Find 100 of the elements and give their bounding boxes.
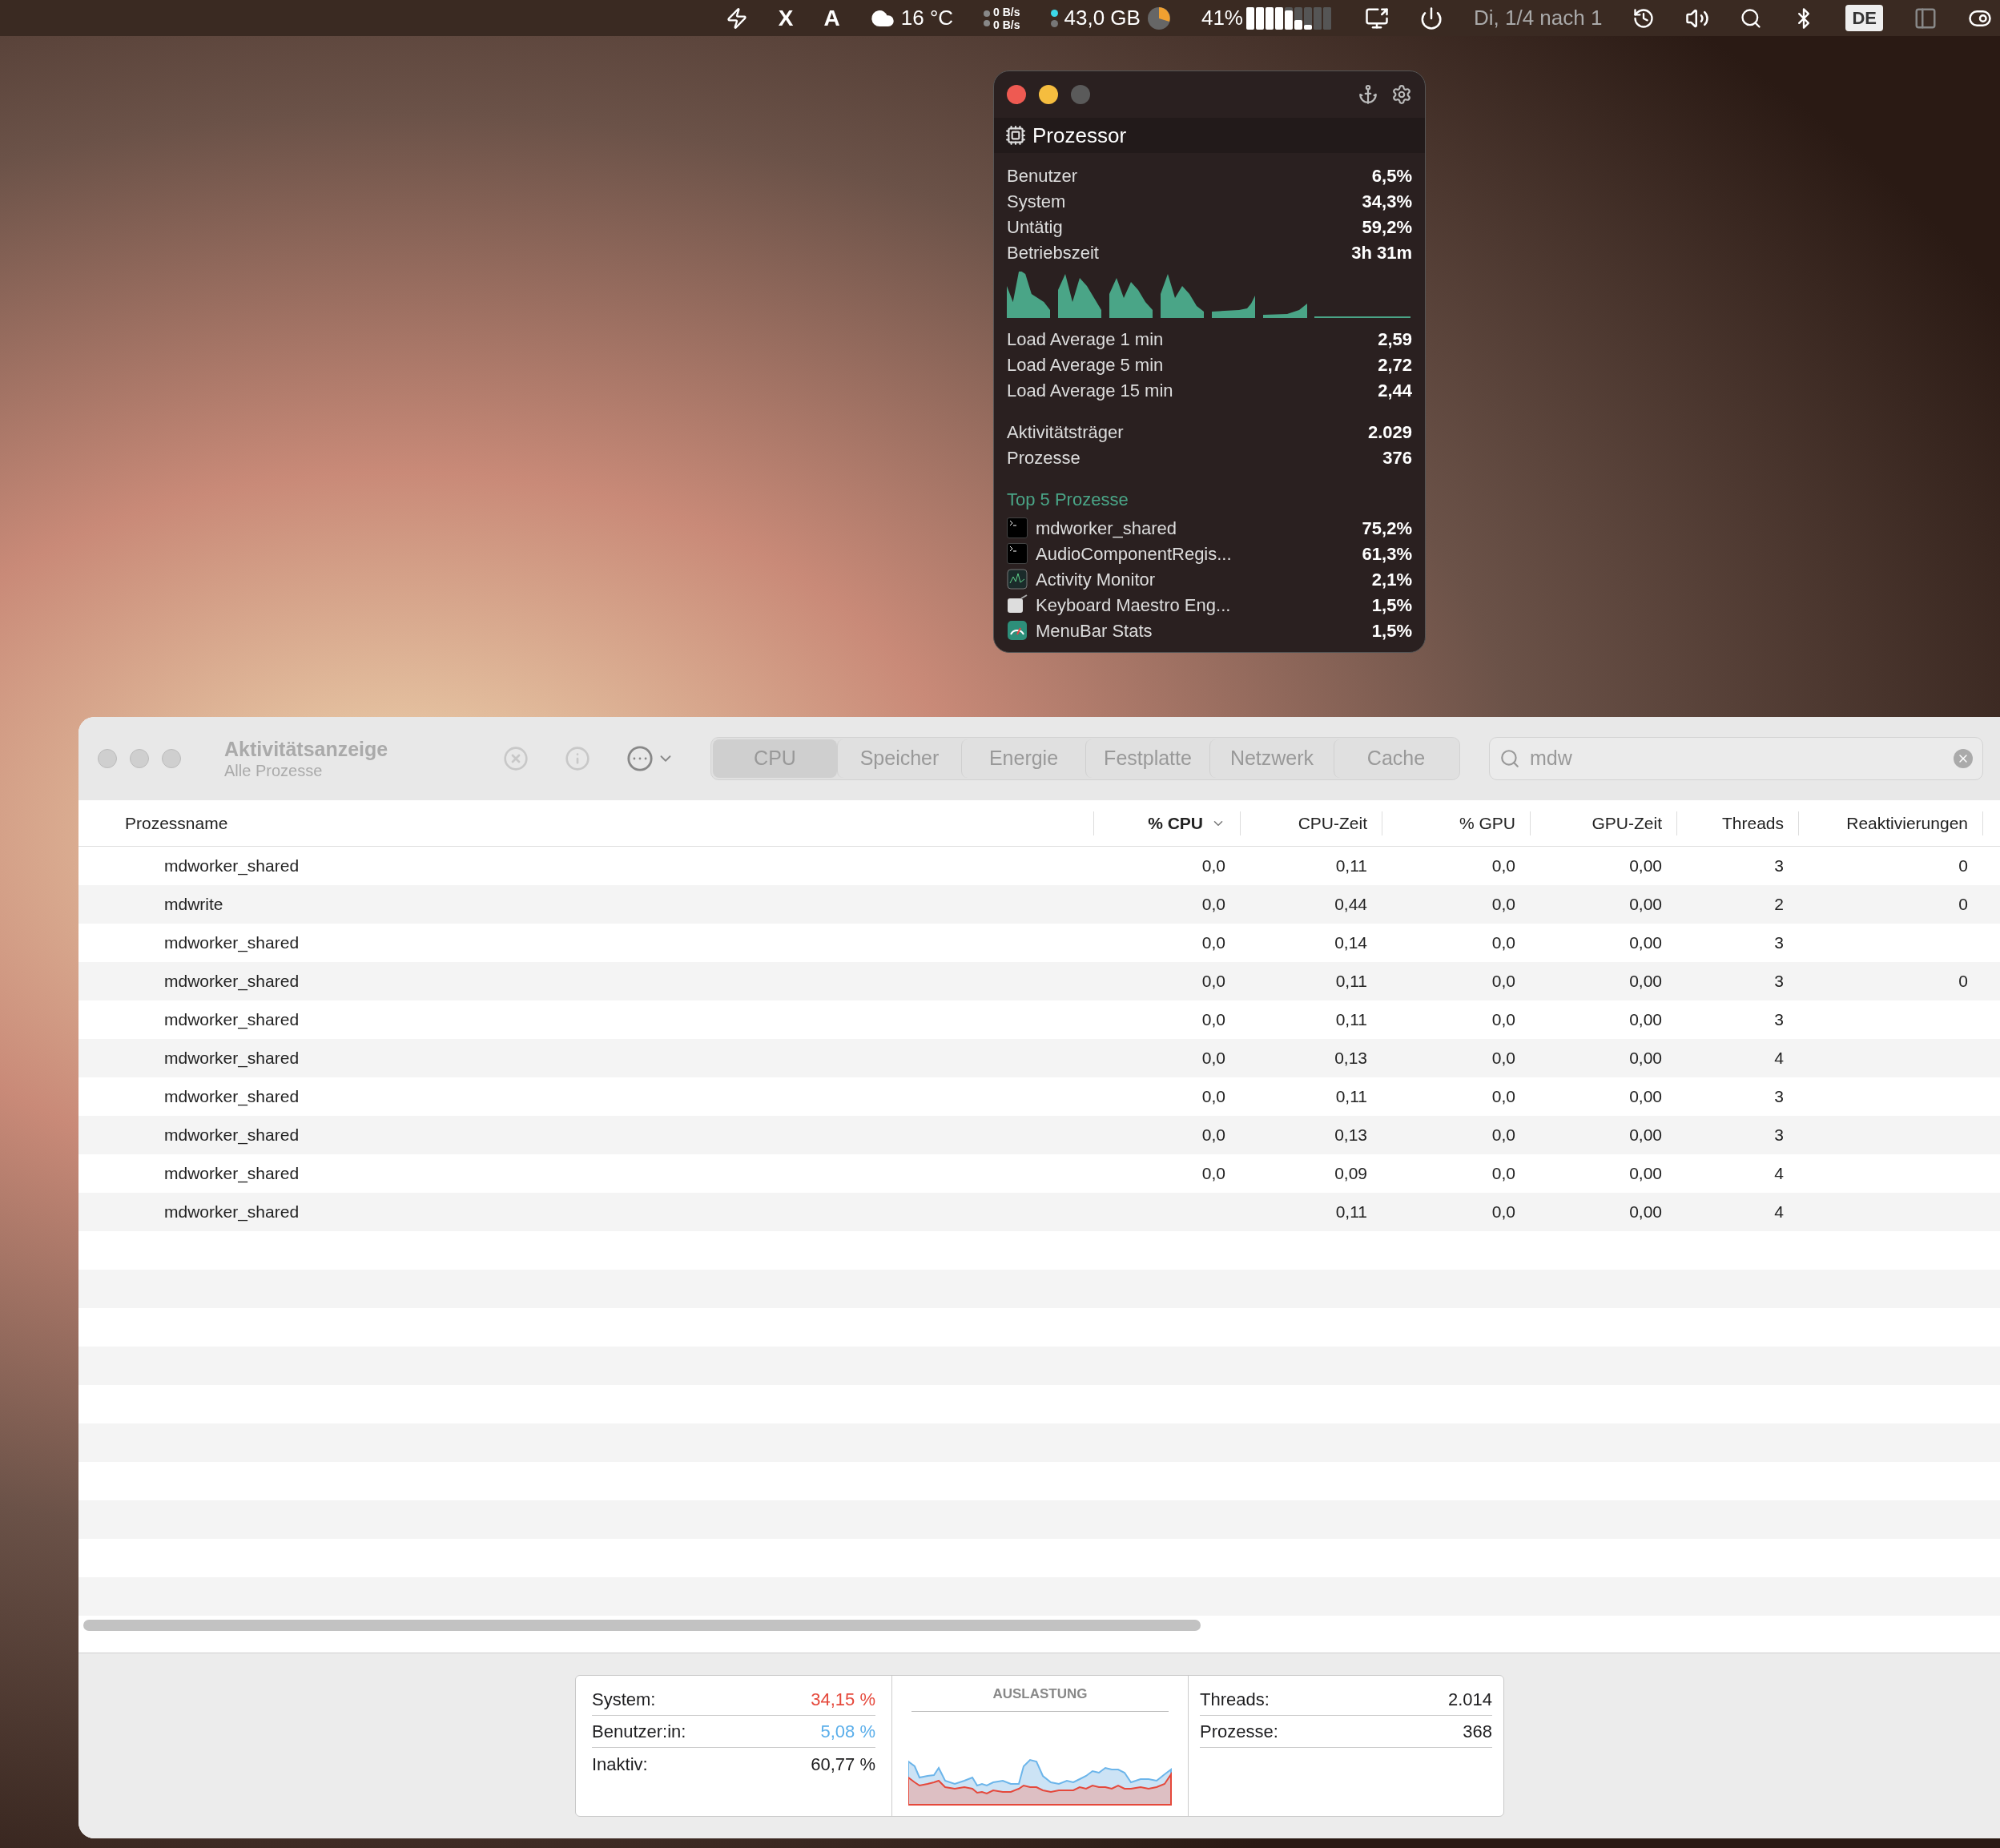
search-icon — [1499, 748, 1520, 769]
lightning-icon[interactable] — [725, 6, 748, 30]
table-cell: 0 — [1958, 895, 1968, 914]
stat-label: Untätig — [1007, 215, 1063, 239]
power-icon[interactable] — [1419, 6, 1443, 30]
table-cell: 0,0 — [1201, 1087, 1225, 1106]
section-heading: Top 5 Prozesse — [1007, 489, 1129, 511]
screen-icon[interactable] — [1365, 6, 1389, 30]
stat-label: Inaktiv: — [592, 1753, 648, 1776]
table-cell: mdworker_shared — [164, 972, 300, 991]
process-cpu-value: 61,3% — [1362, 542, 1412, 566]
table-cell: mdworker_shared — [164, 1087, 300, 1106]
table-cell: 0,14 — [1334, 933, 1367, 952]
stat-label: Load Average 15 min — [1007, 379, 1173, 402]
clock-history-icon[interactable] — [1632, 6, 1656, 30]
table-cell: 0,00 — [1629, 895, 1662, 914]
download-speed-text[interactable]: 0 B/s — [993, 18, 1020, 31]
table-cell: 0,0 — [1491, 933, 1515, 952]
table-cell: 0,0 — [1201, 1010, 1225, 1029]
table-cell: 0,00 — [1629, 1010, 1662, 1029]
menu-bar-item[interactable]: A — [823, 1, 840, 35]
table-cell: 0,11 — [1335, 856, 1367, 876]
stat-label: Prozesse: — [1200, 1721, 1278, 1743]
table-cell: 0,0 — [1201, 972, 1225, 991]
terminal-icon — [1007, 517, 1028, 538]
process-cpu-value: 1,5% — [1371, 594, 1412, 617]
stat-label: Betriebszeit — [1007, 241, 1099, 264]
scrollbar-thumb[interactable] — [83, 1620, 1201, 1631]
stat-value: 2,44 — [1378, 379, 1412, 402]
input-source-badge[interactable]: DE — [1845, 5, 1883, 31]
memory-text[interactable]: 43,0 GB — [1064, 2, 1141, 34]
stat-label: System: — [592, 1689, 656, 1711]
stat-value: 2,59 — [1378, 328, 1412, 351]
table-cell: 0 — [1958, 972, 1968, 991]
table-cell: 0,11 — [1335, 1087, 1367, 1106]
table-cell: 0,00 — [1629, 1049, 1662, 1068]
table-cell: 0,0 — [1201, 1125, 1225, 1145]
date-time-text[interactable]: Di, 1/4 nach 1 — [1474, 2, 1603, 34]
column-header[interactable]: Reaktivierungen — [1846, 810, 1968, 836]
gauge-app-icon — [1007, 620, 1028, 641]
settings-icon[interactable] — [1391, 84, 1412, 105]
stat-value: 2.014 — [1447, 1689, 1492, 1711]
column-header[interactable]: CPU-Zeit — [1298, 810, 1367, 836]
table-cell: 0 — [1958, 856, 1968, 876]
minimize-button[interactable] — [1039, 85, 1058, 104]
process-cpu-value: 1,5% — [1371, 619, 1412, 642]
window-subtitle: Alle Prozesse — [224, 761, 324, 780]
process-cpu-value: 75,2% — [1362, 517, 1412, 540]
table-cell: mdworker_shared — [164, 1164, 300, 1183]
stat-label: Threads: — [1200, 1689, 1270, 1711]
pie-chart-icon — [1146, 6, 1171, 30]
table-cell: 0,0 — [1491, 1087, 1515, 1106]
sparkline-area — [1161, 274, 1204, 318]
table-cell: 0,00 — [1629, 1087, 1662, 1106]
process-name: AudioComponentRegis... — [1036, 542, 1233, 566]
menu-bar-item[interactable]: X — [778, 1, 794, 35]
column-header[interactable]: % CPU — [1148, 810, 1203, 836]
table-cell: 3 — [1774, 1010, 1784, 1029]
sparkline-area — [1263, 304, 1307, 318]
table-cell: 2 — [1774, 895, 1784, 914]
temperature-text[interactable]: 16 °C — [900, 2, 954, 34]
table-cell: 0,0 — [1491, 1049, 1515, 1068]
sparkline-area — [1109, 278, 1153, 318]
table-cell: 0,0 — [1491, 895, 1515, 914]
upload-speed-text[interactable]: 0 B/s — [993, 5, 1020, 18]
terminal-icon — [1007, 543, 1028, 564]
stat-value: 60,77 % — [811, 1753, 875, 1776]
cpu-text[interactable]: 41% — [1201, 2, 1243, 34]
window-title: Aktivitätsanzeige — [224, 737, 389, 761]
search-icon[interactable] — [1740, 6, 1763, 30]
anchor-icon[interactable] — [1358, 84, 1378, 105]
close-button[interactable] — [1007, 85, 1026, 104]
column-header[interactable]: GPU-Zeit — [1592, 810, 1662, 836]
process-cpu-value: 2,1% — [1371, 568, 1412, 591]
sparkline-area — [1058, 274, 1101, 318]
keyboard-app-icon — [1007, 594, 1028, 615]
stat-label: Load Average 1 min — [1007, 328, 1164, 351]
table-cell: 0,09 — [1334, 1164, 1367, 1183]
sparkline-area — [1007, 272, 1050, 318]
chart-title: AUSLASTUNG — [911, 1684, 1169, 1712]
table-cell: 0,11 — [1335, 1202, 1367, 1222]
table-cell: 4 — [1774, 1164, 1784, 1183]
table-cell: 0,00 — [1629, 856, 1662, 876]
table-cell: mdwrite — [164, 895, 223, 914]
table-cell: mdworker_shared — [164, 856, 300, 876]
table-cell: 3 — [1774, 972, 1784, 991]
stat-value: 59,2% — [1362, 215, 1412, 239]
table-cell: 0,00 — [1629, 1164, 1662, 1183]
column-header[interactable]: % GPU — [1459, 810, 1515, 836]
column-header[interactable]: Prozessname — [125, 810, 228, 836]
stat-label: Benutzer — [1007, 164, 1078, 187]
table-cell: 0,13 — [1334, 1049, 1367, 1068]
table-cell: 3 — [1774, 1087, 1784, 1106]
table-cell: 3 — [1774, 856, 1784, 876]
table-cell: 0,0 — [1491, 1164, 1515, 1183]
process-name: mdworker_shared — [1036, 517, 1178, 540]
stat-value: 376 — [1382, 446, 1412, 469]
column-header[interactable]: Threads — [1721, 810, 1784, 836]
table-cell: 0,0 — [1491, 1125, 1515, 1145]
stat-value: 5,08 % — [820, 1721, 875, 1743]
